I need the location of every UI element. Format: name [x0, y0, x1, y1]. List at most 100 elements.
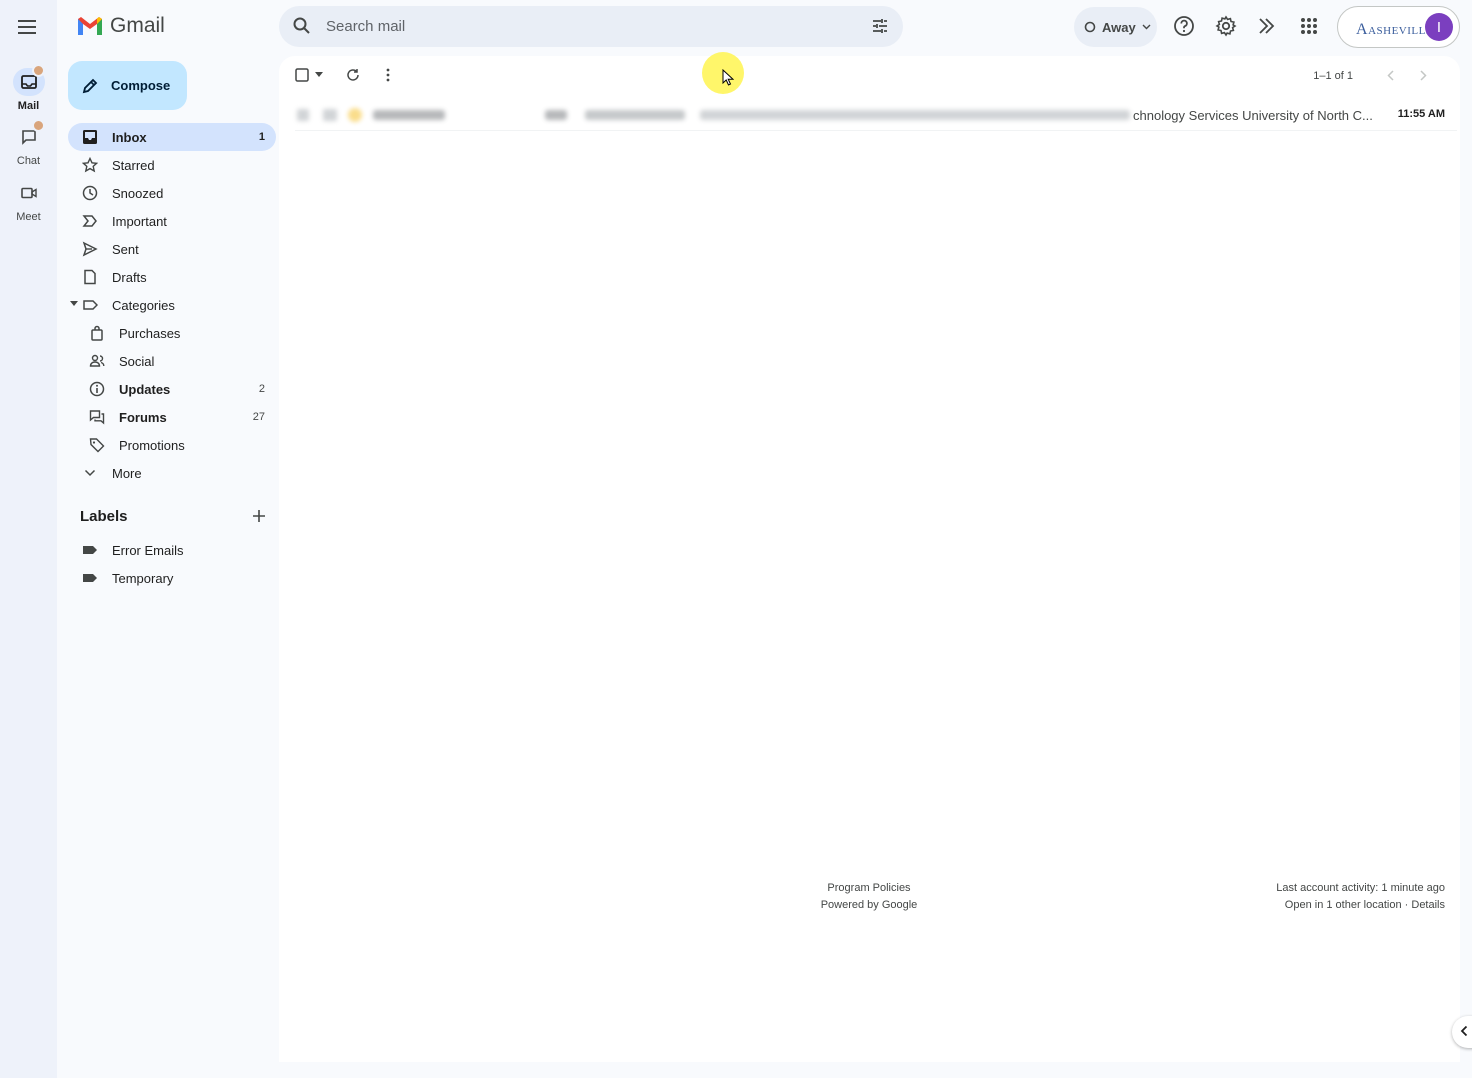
- avatar[interactable]: I: [1425, 13, 1453, 41]
- important-icon: [81, 212, 99, 230]
- nav-label: Starred: [112, 157, 155, 173]
- nav-item-promotions[interactable]: Promotions: [68, 431, 276, 459]
- nav-label: Social: [119, 353, 155, 369]
- nav-label: Promotions: [119, 437, 185, 453]
- nav-item-updates[interactable]: Updates 2: [68, 375, 276, 403]
- search-icon[interactable]: [292, 16, 312, 36]
- nav-label: Updates: [119, 381, 171, 397]
- nav-item-starred[interactable]: Starred: [68, 151, 276, 179]
- label-list: Error Emails Temporary: [68, 536, 276, 592]
- label-name: Temporary: [112, 570, 174, 586]
- account-switcher[interactable]: AASHEVILLE I: [1337, 6, 1460, 48]
- nav-label: Important: [112, 213, 167, 229]
- chevron-down-icon: [1142, 24, 1151, 30]
- blurred-email-content: [295, 100, 1135, 130]
- unread-count: 1: [258, 131, 265, 143]
- bag-icon: [88, 324, 106, 342]
- compose-button[interactable]: Compose: [68, 61, 187, 110]
- label-icon: [81, 296, 99, 314]
- gear-icon[interactable]: [1214, 14, 1238, 38]
- more-vert-icon[interactable]: [386, 68, 390, 82]
- mail-list-pane: 1–1 of 1 chnology Services University of…: [279, 56, 1460, 1062]
- nav-item-categories[interactable]: Categories: [68, 291, 276, 319]
- search-input[interactable]: [326, 6, 846, 47]
- nav-item-more[interactable]: More: [68, 459, 276, 487]
- nav-label: Inbox: [112, 129, 147, 145]
- nav-item-social[interactable]: Social: [68, 347, 276, 375]
- gmail-logo[interactable]: Gmail: [76, 14, 165, 38]
- nav-item-forums[interactable]: Forums 27: [68, 403, 276, 431]
- nav-label: Drafts: [112, 269, 147, 285]
- label-filled-icon: [81, 541, 99, 559]
- mail-icon: [20, 75, 37, 89]
- label-item-temporary[interactable]: Temporary: [68, 564, 276, 592]
- nav-label: Snoozed: [112, 185, 164, 201]
- email-row[interactable]: chnology Services University of North C.…: [295, 100, 1457, 131]
- unread-count: 27: [252, 411, 265, 423]
- label-name: Error Emails: [112, 542, 184, 558]
- rail-label: Meet: [16, 211, 41, 223]
- email-time: 11:55 AM: [1397, 108, 1445, 120]
- caret-down-icon[interactable]: [70, 301, 78, 307]
- select-all-checkbox[interactable]: [295, 68, 309, 82]
- nav-label: Purchases: [119, 325, 181, 341]
- forum-icon: [88, 408, 106, 426]
- help-icon[interactable]: [1172, 14, 1196, 38]
- app-rail: Mail Chat Meet: [0, 0, 57, 1078]
- nav-label: Sent: [112, 241, 139, 257]
- unread-count: 2: [258, 383, 265, 395]
- people-icon: [88, 352, 106, 370]
- label-item-error-emails[interactable]: Error Emails: [68, 536, 276, 564]
- add-label-icon[interactable]: [251, 508, 267, 524]
- status-circle-icon: [1084, 21, 1096, 33]
- nav-label: More: [112, 465, 142, 481]
- compose-label: Compose: [111, 78, 171, 93]
- nav-item-snoozed[interactable]: Snoozed: [68, 179, 276, 207]
- inbox-icon: [81, 128, 99, 146]
- program-policies-link[interactable]: Program Policies: [779, 880, 959, 897]
- refresh-icon[interactable]: [346, 68, 360, 82]
- status-selector[interactable]: Away: [1074, 7, 1157, 47]
- tag-icon: [88, 436, 106, 454]
- status-label: Away: [1102, 19, 1136, 35]
- main-menu-icon[interactable]: [14, 13, 42, 41]
- footer-links: Program Policies Powered by Google: [779, 880, 959, 914]
- gmail-m-icon: [76, 15, 104, 37]
- nav-item-drafts[interactable]: Drafts: [68, 263, 276, 291]
- pagination-label: 1–1 of 1: [1313, 70, 1353, 82]
- rail-item-mail[interactable]: Mail: [0, 64, 57, 112]
- app-title: Gmail: [110, 14, 165, 37]
- nav-item-inbox[interactable]: Inbox 1: [68, 123, 276, 151]
- search-bar: [279, 6, 903, 47]
- nav-item-important[interactable]: Important: [68, 207, 276, 235]
- nav-item-sent[interactable]: Sent: [68, 235, 276, 263]
- label-filled-icon: [81, 569, 99, 587]
- clock-icon: [81, 184, 99, 202]
- select-menu-caret-icon[interactable]: [315, 72, 323, 77]
- send-icon: [81, 240, 99, 258]
- chevron-right-icon[interactable]: [1420, 70, 1427, 81]
- rail-label: Chat: [16, 155, 41, 167]
- apps-grid-icon[interactable]: [1297, 14, 1321, 38]
- org-logo: AASHEVILLE: [1356, 21, 1434, 38]
- mouse-cursor-icon: [722, 69, 734, 86]
- rail-item-meet[interactable]: Meet: [0, 179, 57, 223]
- account-activity: Last account activity: 1 minute ago Open…: [1276, 880, 1445, 914]
- draft-icon: [81, 268, 99, 286]
- rail-label: Mail: [17, 100, 40, 112]
- unread-badge: [31, 64, 45, 77]
- chevron-left-icon[interactable]: [1387, 70, 1394, 81]
- chevron-down-icon: [81, 464, 99, 482]
- folder-nav: Inbox 1 Starred Snoozed Important Sent D…: [68, 123, 276, 487]
- info-icon: [88, 380, 106, 398]
- mail-toolbar: 1–1 of 1: [279, 56, 1460, 96]
- details-link[interactable]: Open in 1 other location · Details: [1276, 897, 1445, 914]
- last-activity-text: Last account activity: 1 minute ago: [1276, 882, 1445, 894]
- search-options-icon[interactable]: [870, 16, 890, 36]
- rail-item-chat[interactable]: Chat: [0, 119, 57, 167]
- nav-item-purchases[interactable]: Purchases: [68, 319, 276, 347]
- gemini-icon[interactable]: [1255, 14, 1279, 38]
- labels-heading: Labels: [80, 508, 128, 525]
- powered-by-text: Powered by Google: [820, 899, 918, 911]
- pencil-icon: [81, 77, 99, 95]
